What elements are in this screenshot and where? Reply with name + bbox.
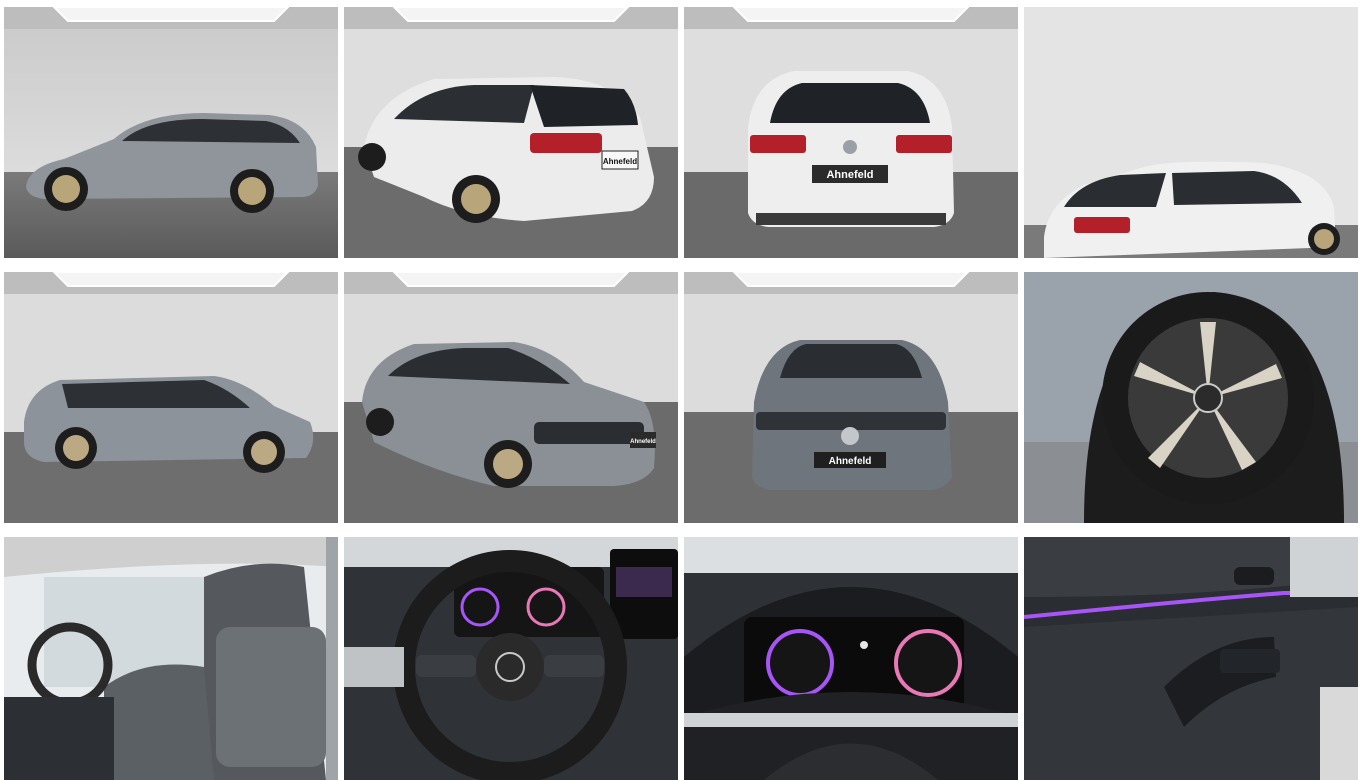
plate-label: Ahnefeld xyxy=(630,439,656,445)
plate-label: Ahnefeld xyxy=(829,456,872,467)
photo-interior-instrument-cluster[interactable] xyxy=(684,537,1018,780)
photo-exterior-rear[interactable]: Ahnefeld xyxy=(684,7,1018,258)
photo-exterior-rear-three-quarter-right[interactable] xyxy=(1024,7,1358,258)
photo-exterior-rear-three-quarter[interactable]: Ahnefeld xyxy=(344,7,678,258)
photo-gallery: Ahnefeld Ahnefeld Ahnefeld Ahnefeld xyxy=(0,0,1365,780)
photo-wheel-closeup[interactable] xyxy=(1024,272,1358,523)
plate-label: Ahnefeld xyxy=(826,169,873,181)
plate-label: Ahnefeld xyxy=(603,157,637,166)
photo-exterior-front[interactable]: Ahnefeld xyxy=(684,272,1018,523)
photo-interior-steering-wheel[interactable] xyxy=(344,537,678,780)
photo-exterior-front-three-quarter[interactable]: Ahnefeld xyxy=(344,272,678,523)
photo-interior-door-panel[interactable] xyxy=(1024,537,1358,780)
photo-exterior-side-right[interactable] xyxy=(4,272,338,523)
photo-interior-front-seats[interactable] xyxy=(4,537,338,780)
photo-exterior-side-left[interactable] xyxy=(4,7,338,258)
